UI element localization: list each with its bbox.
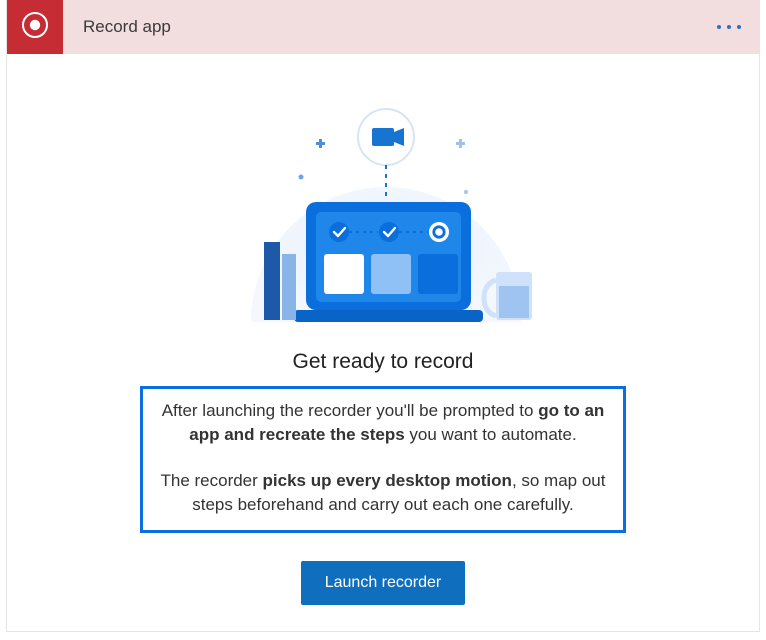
content-area: Get ready to record After launching the … — [7, 54, 759, 631]
desc1-part2: you want to automate. — [405, 425, 577, 444]
desc1-part1: After launching the recorder you'll be p… — [162, 401, 539, 420]
recorder-illustration — [206, 82, 561, 332]
more-dots-icon — [715, 18, 743, 36]
app-icon-box — [7, 0, 63, 54]
header-bar: Record app — [7, 0, 759, 54]
section-heading: Get ready to record — [293, 350, 474, 374]
description-highlight-box: After launching the recorder you'll be p… — [140, 386, 626, 533]
launch-recorder-button[interactable]: Launch recorder — [301, 561, 466, 605]
description-paragraph-2: The recorder picks up every desktop moti… — [153, 469, 613, 517]
desc2-part1: The recorder — [160, 471, 262, 490]
record-icon — [21, 11, 49, 44]
header-title: Record app — [63, 17, 699, 37]
description-paragraph-1: After launching the recorder you'll be p… — [153, 399, 613, 447]
desc2-bold: picks up every desktop motion — [263, 471, 512, 490]
record-app-window: Record app — [6, 0, 760, 632]
more-options-button[interactable] — [699, 0, 759, 54]
